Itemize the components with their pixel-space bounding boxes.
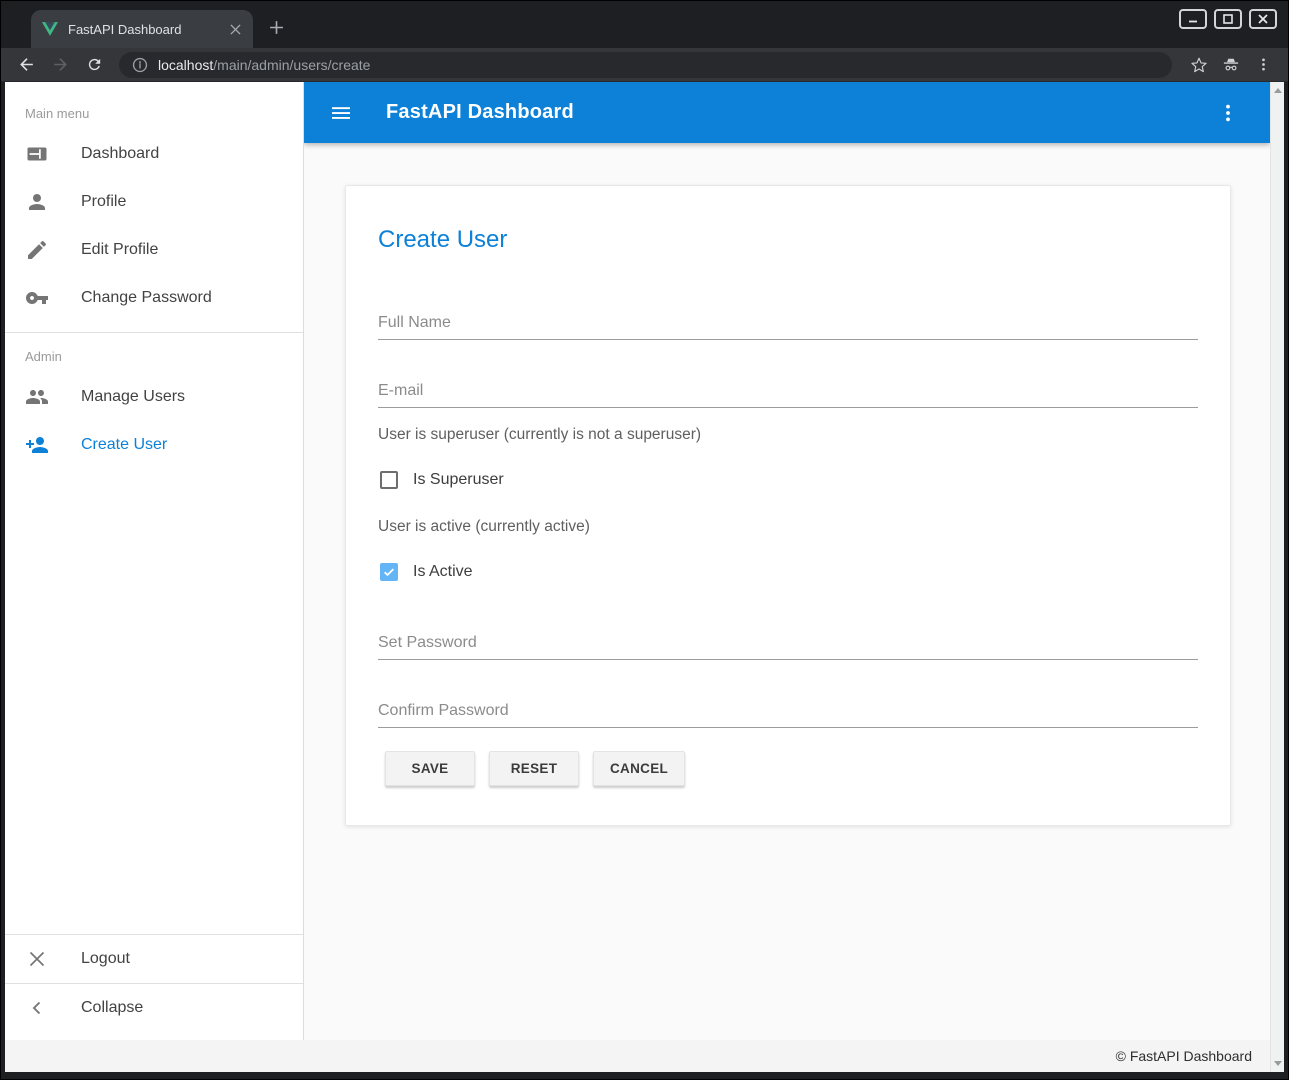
full-name-input[interactable] [378,300,1198,340]
person-add-icon [25,433,49,457]
page-viewport: FastAPI Dashboard Main menu Dashboard Pr… [5,82,1284,1072]
browser-tab[interactable]: FastAPI Dashboard [31,10,253,48]
appbar-title: FastAPI Dashboard [386,101,574,124]
tab-close-icon[interactable] [225,19,245,39]
checkbox-label: Is Superuser [413,471,504,489]
active-checkbox-row: Is Active [380,560,473,584]
sidebar: Main menu Dashboard Profile Edit Profile [5,82,304,1040]
url-path: /main/admin/users/create [213,57,370,73]
sidebar-item-change-password[interactable]: Change Password [5,274,303,322]
scroll-down-icon[interactable] [1274,1061,1282,1066]
people-icon [25,385,49,409]
reload-icon[interactable] [81,52,107,78]
superuser-hint: User is superuser (currently is not a su… [378,426,701,444]
url-host: localhost [158,57,213,73]
sidebar-spacer [5,469,303,934]
page-scrollbar[interactable] [1270,82,1284,1072]
check-icon [382,565,396,579]
app-bar: FastAPI Dashboard [304,82,1270,143]
sidebar-item-label: Dashboard [81,145,159,163]
sidebar-item-label: Collapse [81,999,143,1017]
sidebar-item-label: Manage Users [81,388,185,406]
cancel-button[interactable]: CANCEL [593,751,685,786]
sidebar-item-manage-users[interactable]: Manage Users [5,373,303,421]
active-hint: User is active (currently active) [378,518,590,536]
main-content: Create User User is superuser (currently… [305,143,1270,1040]
tab-title: FastAPI Dashboard [68,22,225,37]
window-close-icon[interactable] [1249,9,1277,29]
sidebar-item-dashboard[interactable]: Dashboard [5,130,303,178]
sidebar-item-create-user[interactable]: Create User [5,421,303,469]
sidebar-item-label: Profile [81,193,126,211]
close-x-icon [25,947,49,971]
browser-window: FastAPI Dashboard [0,0,1289,1080]
pencil-icon [25,238,49,262]
form-buttons: SAVE RESET CANCEL [385,751,685,786]
forward-icon[interactable] [47,52,73,78]
window-controls [1179,9,1277,29]
url-bar[interactable]: localhost/main/admin/users/create [119,52,1172,78]
sidebar-item-profile[interactable]: Profile [5,178,303,226]
browser-toolbar: localhost/main/admin/users/create [1,48,1288,82]
confirm-password-input[interactable] [378,688,1198,728]
new-tab-icon[interactable] [263,14,289,40]
is-superuser-checkbox[interactable] [380,471,398,489]
checkbox-label: Is Active [413,563,473,581]
set-password-input[interactable] [378,620,1198,660]
sidebar-item-label: Logout [81,950,130,968]
sidebar-section-main-menu: Main menu [5,82,303,130]
page-title: Create User [378,226,507,254]
sidebar-item-collapse[interactable]: Collapse [5,984,303,1032]
sidebar-item-label: Create User [81,436,167,454]
sidebar-item-edit-profile[interactable]: Edit Profile [5,226,303,274]
copyright-text: © FastAPI Dashboard [1116,1048,1252,1064]
email-input[interactable] [378,368,1198,408]
chevron-left-icon [25,996,49,1020]
vue-favicon-icon [42,21,58,37]
scroll-up-icon[interactable] [1274,88,1282,93]
page-footer: © FastAPI Dashboard [5,1040,1270,1072]
sidebar-section-admin: Admin [5,333,303,373]
sidebar-item-label: Edit Profile [81,241,158,259]
incognito-icon[interactable] [1218,52,1244,78]
window-minimize-icon[interactable] [1179,9,1207,29]
key-icon [25,286,49,310]
sidebar-item-logout[interactable]: Logout [5,935,303,983]
window-maximize-icon[interactable] [1214,9,1242,29]
dashboard-icon [25,142,49,166]
create-user-card: Create User User is superuser (currently… [345,185,1231,826]
person-icon [25,190,49,214]
browser-menu-icon[interactable] [1250,52,1276,78]
reset-button[interactable]: RESET [489,751,579,786]
appbar-overflow-icon[interactable] [1216,101,1240,125]
sidebar-item-label: Change Password [81,289,212,307]
superuser-checkbox-row: Is Superuser [380,468,504,492]
back-icon[interactable] [13,52,39,78]
is-active-checkbox[interactable] [380,563,398,581]
save-button[interactable]: SAVE [385,751,475,786]
menu-hamburger-icon[interactable] [329,101,353,125]
bookmark-star-icon[interactable] [1186,52,1212,78]
page-info-icon[interactable] [131,56,149,74]
tab-strip: FastAPI Dashboard [1,1,1288,48]
